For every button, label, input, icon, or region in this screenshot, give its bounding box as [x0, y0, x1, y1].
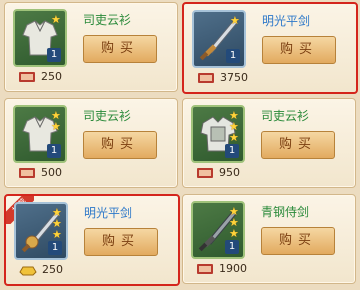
ticket-icon — [197, 168, 213, 178]
item-name: 司吏云衫 — [83, 13, 132, 27]
item-name: 司吏云衫 — [261, 109, 310, 123]
robe-icon[interactable]: ★ 1 — [13, 9, 67, 67]
buy-button[interactable]: 购买 — [84, 228, 158, 256]
shop-card: ★ ★ 1 司吏云衫 购买 500 — [4, 98, 178, 188]
quantity-badge: 1 — [225, 240, 239, 254]
item-name: 明光平剑 — [84, 206, 133, 220]
shop-card: ★ ★ ★ 1 司吏云衫 购买 950 — [182, 98, 356, 188]
quantity-badge: 1 — [47, 144, 61, 158]
buy-button[interactable]: 购买 — [261, 227, 335, 255]
sword-icon[interactable]: ★ ★ ★ 1 — [191, 201, 245, 259]
buy-button[interactable]: 购买 — [83, 131, 157, 159]
price-value: 3750 — [220, 71, 248, 84]
shop-card: ★ ★ ★ 1 青钢侍剑 购买 1900 — [182, 194, 356, 284]
item-name: 青钢侍剑 — [261, 205, 310, 219]
rarity-stars: ★ — [230, 14, 240, 27]
rarity-stars: ★ ★ ★ — [52, 206, 62, 241]
armor-icon[interactable]: ★ ★ ★ 1 — [191, 105, 245, 163]
quantity-badge: 1 — [47, 48, 61, 62]
gold-ingot-icon — [19, 266, 37, 276]
ticket-icon — [19, 168, 35, 178]
ticket-icon — [19, 72, 35, 82]
buy-button[interactable]: 购买 — [262, 36, 336, 64]
sword-icon[interactable]: ★ 1 — [192, 10, 246, 68]
robe-icon[interactable]: ★ ★ 1 — [13, 105, 67, 163]
price-value: 950 — [219, 166, 240, 179]
rarity-stars: ★ ★ — [51, 109, 61, 133]
ticket-icon — [197, 264, 213, 274]
quantity-badge: 1 — [48, 241, 62, 255]
shop-card: 推荐 ★★★ 1 明光平剑 购买 250 — [4, 194, 180, 286]
quantity-badge: 1 — [225, 144, 239, 158]
shop-card: ★ 1 明光平剑 购买 3750 — [182, 2, 358, 94]
price-value: 500 — [41, 166, 62, 179]
rarity-stars: ★ — [51, 13, 61, 26]
price-value: 250 — [42, 263, 63, 276]
quantity-badge: 1 — [226, 49, 240, 63]
rarity-stars: ★ ★ ★ — [229, 205, 239, 240]
shop-card: ★ 1 司吏云衫 购买 250 — [4, 2, 178, 92]
sword-icon[interactable]: ★ ★ ★ 1 — [14, 202, 68, 260]
buy-button[interactable]: 购买 — [83, 35, 157, 63]
buy-button[interactable]: 购买 — [261, 131, 335, 159]
item-name: 明光平剑 — [262, 14, 311, 28]
price-value: 1900 — [219, 262, 247, 275]
item-name: 司吏云衫 — [83, 109, 132, 123]
price-value: 250 — [41, 70, 62, 83]
ticket-icon — [198, 73, 214, 83]
rarity-stars: ★ ★ ★ — [229, 109, 239, 144]
